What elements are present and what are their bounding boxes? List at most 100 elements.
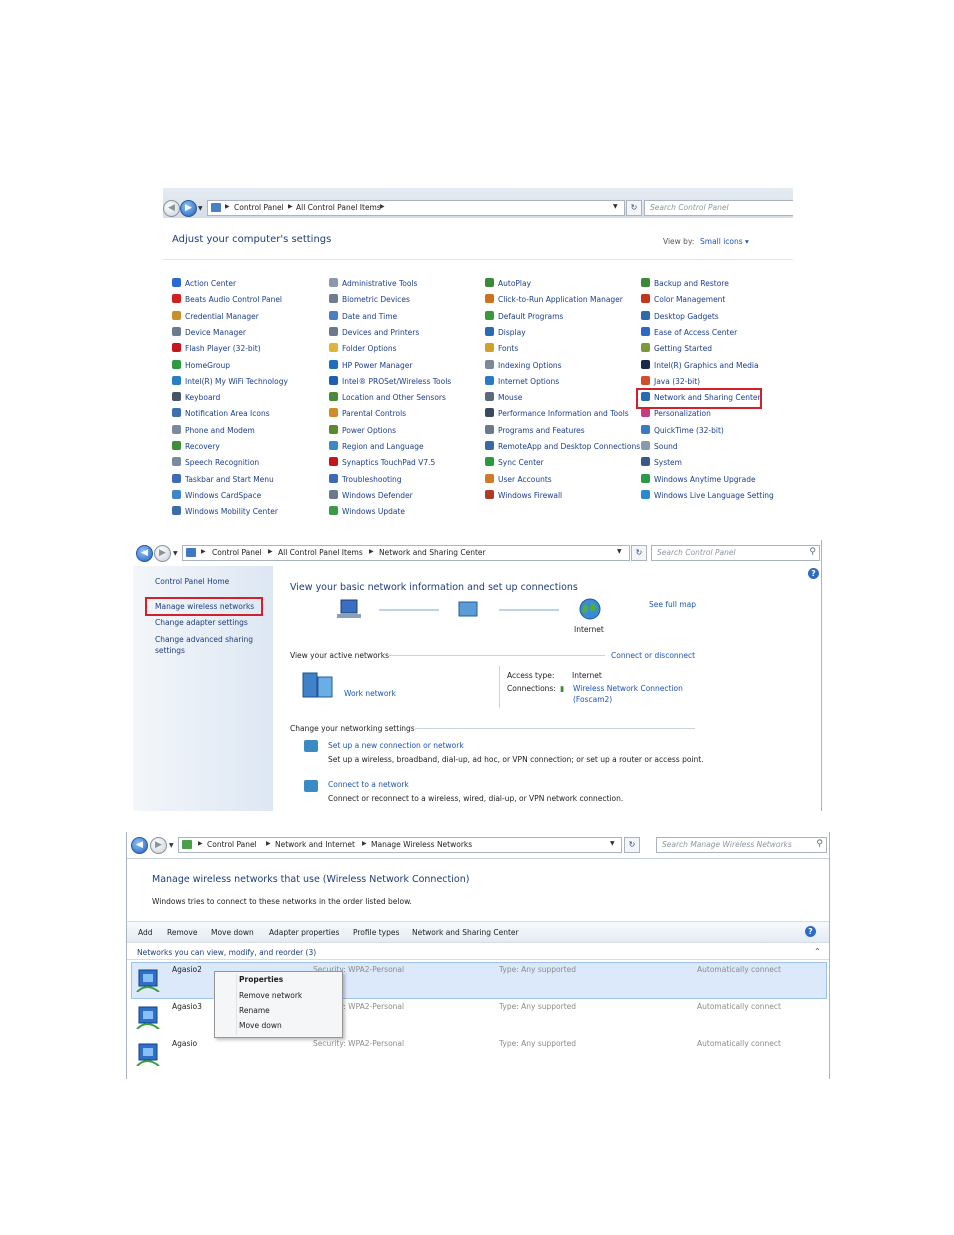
cp-item[interactable]: Display (485, 326, 526, 337)
search-input[interactable]: Search Control Panel (644, 200, 793, 216)
cp-item[interactable]: Biometric Devices (329, 294, 410, 304)
cp-item[interactable]: User Accounts (485, 473, 552, 484)
chevron-down-icon[interactable]: ▼ (617, 548, 622, 555)
search-input[interactable]: Search Control Panel ⚲ (651, 545, 820, 561)
view-by-dropdown[interactable]: Small icons ▾ (700, 237, 749, 246)
recent-pages-dropdown[interactable]: ▼ (169, 842, 174, 849)
cp-item[interactable]: Beats Audio Control Panel (172, 294, 282, 304)
cp-item[interactable]: Personalization (641, 408, 711, 418)
cp-item[interactable]: Performance Information and Tools (485, 408, 629, 418)
cp-item[interactable]: Java (32-bit) (641, 375, 700, 386)
cp-item[interactable]: Power Options (329, 424, 396, 435)
forward-button[interactable]: ▶ (154, 545, 171, 562)
cp-item[interactable]: Getting Started (641, 343, 712, 353)
network-row[interactable]: Agasio Security: WPA2-Personal Type: Any s… (127, 1038, 829, 1072)
cp-item[interactable]: Flash Player (32-bit) (172, 343, 261, 353)
menu-item-rename[interactable]: Rename (239, 1006, 270, 1015)
cp-item[interactable]: Troubleshooting (329, 473, 402, 484)
network-sharing-center-button[interactable]: Network and Sharing Center (412, 928, 519, 937)
cp-item[interactable]: Windows Mobility Center (172, 506, 278, 516)
recent-pages-dropdown[interactable]: ▼ (173, 550, 178, 557)
cp-item[interactable]: Region and Language (329, 441, 424, 451)
collapse-icon[interactable]: ⌃ (814, 947, 821, 956)
cp-item[interactable]: Date and Time (329, 310, 397, 321)
cp-item[interactable]: Phone and Modem (172, 424, 255, 435)
cp-item[interactable]: Windows Defender (329, 489, 413, 500)
cp-item[interactable]: AutoPlay (485, 278, 531, 288)
cp-item[interactable]: Location and Other Sensors (329, 392, 446, 402)
back-button[interactable]: ◀ (163, 200, 180, 217)
help-icon[interactable]: ? (805, 926, 816, 937)
forward-button[interactable]: ▶ (150, 837, 167, 854)
address-path[interactable]: ▶ Control Panel ▶ All Control Panel Item… (182, 545, 630, 561)
add-button[interactable]: Add (138, 928, 153, 937)
cp-item[interactable]: Windows Update (329, 506, 405, 516)
refresh-button[interactable]: ↻ (624, 837, 640, 853)
cp-item[interactable]: Sync Center (485, 457, 544, 467)
menu-item-move-down[interactable]: Move down (239, 1021, 282, 1030)
cp-item[interactable]: Fonts (485, 343, 518, 353)
sidebar-change-adapter[interactable]: Change adapter settings (155, 618, 248, 627)
connect-network-link[interactable]: Connect to a network (328, 780, 409, 789)
recent-pages-dropdown[interactable]: ▼ (198, 205, 203, 212)
cp-item[interactable]: Color Management (641, 294, 725, 304)
address-path[interactable]: ▶ Control Panel ▶ Network and Internet ▶… (178, 837, 622, 853)
cp-item[interactable]: Recovery (172, 441, 220, 451)
forward-button[interactable]: ▶ (180, 200, 197, 217)
breadcrumb-network-internet[interactable]: Network and Internet (275, 840, 355, 849)
breadcrumb-control-panel[interactable]: Control Panel (212, 548, 262, 557)
cp-item[interactable]: System (641, 457, 682, 467)
cp-item[interactable]: Action Center (172, 278, 236, 288)
cp-item[interactable]: Mouse (485, 392, 522, 402)
help-icon[interactable]: ? (808, 568, 819, 579)
cp-item[interactable]: Device Manager (172, 326, 246, 337)
cp-item[interactable]: Desktop Gadgets (641, 310, 719, 321)
breadcrumb-control-panel[interactable]: Control Panel (234, 203, 284, 212)
profile-types-button[interactable]: Profile types (353, 928, 399, 937)
cp-item[interactable]: Click-to-Run Application Manager (485, 294, 623, 304)
cp-item[interactable]: Windows CardSpace (172, 489, 261, 500)
cp-item[interactable]: QuickTime (32-bit) (641, 424, 724, 435)
sidebar-change-sharing[interactable]: Change advanced sharing settings (155, 634, 253, 656)
chevron-down-icon[interactable]: ▼ (610, 840, 615, 847)
cp-item[interactable]: Notification Area Icons (172, 408, 270, 418)
cp-item[interactable]: Windows Live Language Setting (641, 489, 774, 500)
see-full-map-link[interactable]: See full map (649, 600, 696, 609)
cp-item[interactable]: Folder Options (329, 343, 397, 353)
back-button[interactable]: ◀ (136, 545, 153, 562)
search-input[interactable]: Search Manage Wireless Networks ⚲ (656, 837, 827, 853)
address-path[interactable]: ▶ Control Panel ▶ All Control Panel Item… (207, 200, 625, 216)
cp-item[interactable]: Ease of Access Center (641, 326, 737, 337)
back-button[interactable]: ◀ (131, 837, 148, 854)
breadcrumb-control-panel[interactable]: Control Panel (207, 840, 257, 849)
cp-item[interactable]: Parental Controls (329, 408, 406, 418)
breadcrumb-network-sharing[interactable]: Network and Sharing Center (379, 548, 486, 557)
cp-item[interactable]: Synaptics TouchPad V7.5 (329, 457, 435, 467)
connect-disconnect-link[interactable]: Connect or disconnect (611, 651, 695, 660)
cp-item[interactable]: Intel(R) Graphics and Media (641, 359, 759, 370)
setup-connection-link[interactable]: Set up a new connection or network (328, 741, 464, 750)
cp-item[interactable]: Keyboard (172, 392, 220, 402)
menu-item-properties[interactable]: Properties (239, 975, 283, 984)
chevron-down-icon[interactable]: ▼ (613, 203, 618, 210)
cp-item[interactable]: Default Programs (485, 310, 563, 321)
remove-button[interactable]: Remove (167, 928, 197, 937)
refresh-button[interactable]: ↻ (631, 545, 647, 561)
group-header[interactable]: Networks you can view, modify, and reord… (137, 948, 316, 957)
breadcrumb-all-items[interactable]: All Control Panel Items (278, 548, 363, 557)
cp-item[interactable]: Programs and Features (485, 424, 585, 435)
wireless-connection-link[interactable]: Wireless Network Connection (573, 684, 683, 693)
cp-item[interactable]: Windows Firewall (485, 489, 562, 500)
cp-item[interactable]: HP Power Manager (329, 359, 412, 370)
search-icon[interactable]: ⚲ (816, 839, 823, 849)
refresh-button[interactable]: ↻ (626, 200, 642, 216)
cp-item[interactable]: Backup and Restore (641, 278, 729, 288)
breadcrumb-all-items[interactable]: All Control Panel Items (296, 203, 381, 212)
cp-item[interactable]: Taskbar and Start Menu (172, 473, 274, 484)
cp-item[interactable]: Devices and Printers (329, 326, 419, 337)
cp-item[interactable]: Internet Options (485, 375, 559, 386)
move-down-button[interactable]: Move down (211, 928, 254, 937)
search-icon[interactable]: ⚲ (809, 547, 816, 557)
cp-item[interactable]: Administrative Tools (329, 278, 417, 288)
cp-item[interactable]: Windows Anytime Upgrade (641, 473, 756, 484)
